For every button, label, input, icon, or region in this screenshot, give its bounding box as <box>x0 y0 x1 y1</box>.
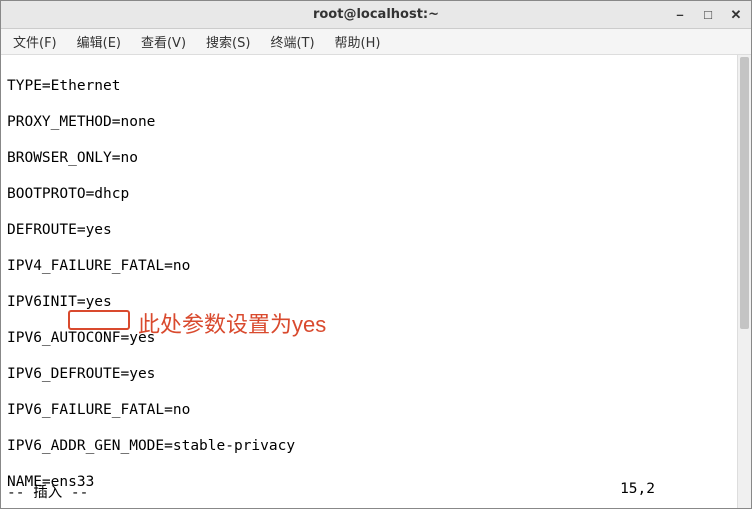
menu-search[interactable]: 搜索(S) <box>202 30 254 53</box>
config-line: IPV6_ADDR_GEN_MODE=stable-privacy <box>7 437 745 455</box>
minimize-button[interactable]: – <box>669 5 691 25</box>
config-line: DEFROUTE=yes <box>7 221 745 239</box>
config-line: IPV6_DEFROUTE=yes <box>7 365 745 383</box>
config-line: TYPE=Ethernet <box>7 77 745 95</box>
maximize-button[interactable]: □ <box>697 5 719 25</box>
config-line: IPV6INIT=yes <box>7 293 745 311</box>
terminal-window: root@localhost:~ – □ ✕ 文件(F) 编辑(E) 查看(V)… <box>0 0 752 509</box>
vim-mode: -- 插入 -- <box>7 481 88 502</box>
scroll-thumb[interactable] <box>740 57 749 329</box>
config-line: PROXY_METHOD=none <box>7 113 745 131</box>
config-line: IPV6_AUTOCONF=yes <box>7 329 745 347</box>
menu-help[interactable]: 帮助(H) <box>331 30 385 53</box>
menu-file[interactable]: 文件(F) <box>9 30 61 53</box>
menu-edit[interactable]: 编辑(E) <box>73 30 125 53</box>
menubar: 文件(F) 编辑(E) 查看(V) 搜索(S) 终端(T) 帮助(H) <box>1 29 751 55</box>
menu-terminal[interactable]: 终端(T) <box>266 30 318 53</box>
vim-cursor-position: 15,2 <box>620 481 655 497</box>
terminal-content[interactable]: TYPE=Ethernet PROXY_METHOD=none BROWSER_… <box>1 55 751 508</box>
window-title: root@localhost:~ <box>313 7 439 22</box>
config-line: IPV4_FAILURE_FATAL=no <box>7 257 745 275</box>
scrollbar[interactable] <box>737 55 751 508</box>
config-line: BOOTPROTO=dhcp <box>7 185 745 203</box>
config-line: BROWSER_ONLY=no <box>7 149 745 167</box>
titlebar: root@localhost:~ – □ ✕ <box>1 1 751 29</box>
menu-view[interactable]: 查看(V) <box>137 30 190 53</box>
terminal-area[interactable]: TYPE=Ethernet PROXY_METHOD=none BROWSER_… <box>1 55 751 508</box>
vim-status-line: -- 插入 -- 15,2 <box>7 481 745 502</box>
close-button[interactable]: ✕ <box>725 5 747 25</box>
window-controls: – □ ✕ <box>669 1 747 28</box>
config-line: IPV6_FAILURE_FATAL=no <box>7 401 745 419</box>
